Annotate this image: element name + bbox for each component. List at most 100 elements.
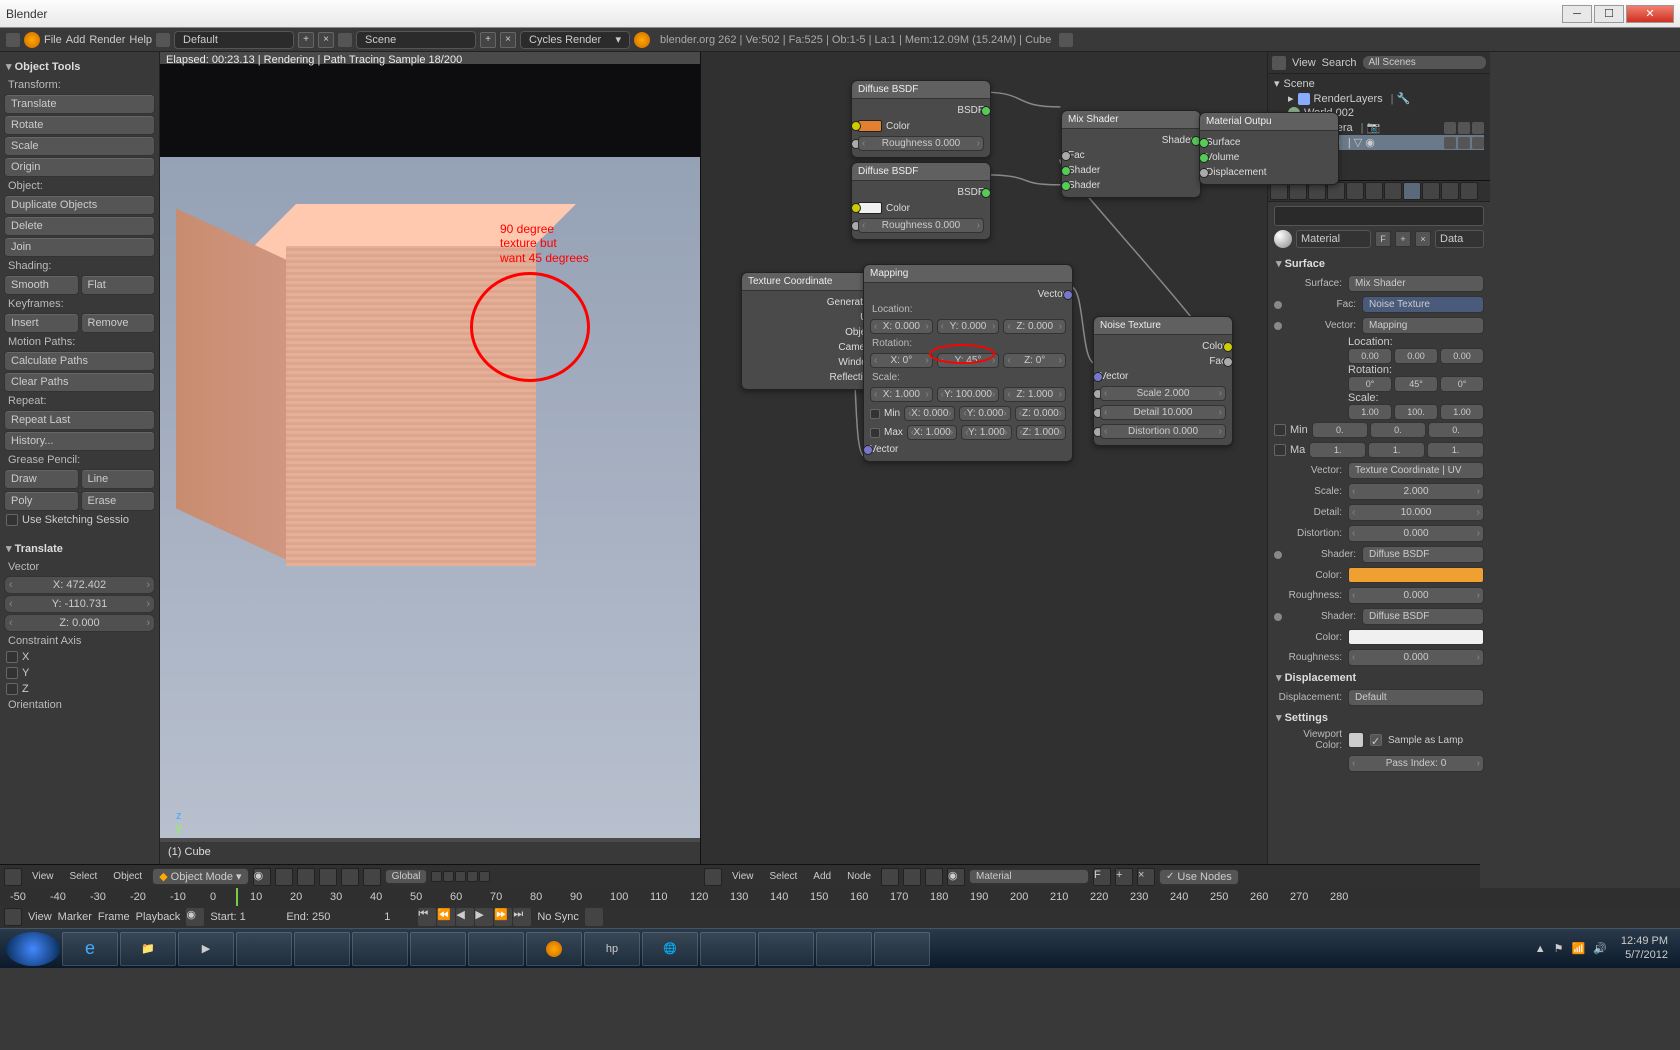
menu-add[interactable]: Add — [66, 34, 86, 46]
pass-index-field[interactable]: Pass Index: 0 — [1348, 755, 1484, 772]
viewport-shading-icon[interactable]: ◉ — [253, 868, 271, 886]
start-frame-field[interactable]: Start: 1 — [210, 911, 280, 923]
prop-min-checkbox[interactable] — [1274, 424, 1286, 436]
constraint-y-checkbox[interactable] — [6, 667, 18, 679]
history-button[interactable]: History... — [4, 431, 155, 451]
scene-add-button[interactable]: + — [480, 32, 496, 48]
grease-erase-button[interactable]: Erase — [81, 491, 156, 511]
remove-keyframe-button[interactable]: Remove — [81, 313, 156, 333]
prop-scale-z[interactable]: 1.00 — [1440, 404, 1484, 420]
constraint-z-checkbox[interactable] — [6, 683, 18, 695]
mode-dropdown[interactable]: ◆Object Mode▾ — [152, 868, 248, 885]
end-frame-field[interactable]: End: 250 — [286, 911, 356, 923]
texcoord-dropdown[interactable]: Texture Coordinate | UV — [1348, 462, 1484, 479]
task-hp[interactable]: hp — [584, 932, 640, 966]
noise-scale-prop[interactable]: 2.000 — [1348, 483, 1484, 500]
mapping-rot-y[interactable]: Y: 45° — [937, 353, 1000, 368]
close-button[interactable]: ✕ — [1626, 5, 1674, 23]
menu-help[interactable]: Help — [129, 34, 152, 46]
prop-loc-y[interactable]: 0.00 — [1394, 348, 1438, 364]
surface-panel-header[interactable]: Surface — [1274, 254, 1484, 273]
mapping-rot-z[interactable]: Z: 0° — [1003, 353, 1066, 368]
timeline-menu-playback[interactable]: Playback — [136, 911, 181, 923]
timeline-ruler[interactable]: -50-40-30-20-100102030405060708090100110… — [0, 888, 1680, 906]
tab-modifiers[interactable] — [1365, 182, 1383, 200]
outliner-editor-icon[interactable] — [1272, 56, 1286, 70]
settings-panel-header[interactable]: Settings — [1274, 708, 1484, 727]
view3d-editor-icon[interactable] — [4, 868, 22, 886]
node-material-field[interactable]: Material — [969, 869, 1089, 884]
maximize-button[interactable]: ☐ — [1594, 5, 1624, 23]
node-mix-shader[interactable]: Mix Shader Shader Fac Shader Shader — [1061, 110, 1201, 198]
noise-detail-prop[interactable]: 10.000 — [1348, 504, 1484, 521]
keyframe-next-icon[interactable]: ⏩ — [494, 908, 512, 926]
sync-dropdown[interactable]: No Sync — [537, 911, 579, 923]
manip-scale-icon[interactable] — [363, 868, 381, 886]
play-reverse-icon[interactable]: ◀ — [456, 908, 474, 926]
translate-section-header[interactable]: Translate — [4, 538, 155, 559]
node-del-button[interactable]: × — [1137, 868, 1155, 886]
displacement-dropdown[interactable]: Default — [1348, 689, 1484, 706]
task-explorer[interactable]: 📁 — [120, 932, 176, 966]
constraint-x-checkbox[interactable] — [6, 651, 18, 663]
mapping-max-checkbox[interactable] — [870, 428, 880, 438]
tray-network-icon[interactable]: 📶 — [1572, 942, 1586, 955]
playhead[interactable] — [236, 888, 238, 906]
scale-button[interactable]: Scale — [4, 136, 155, 156]
timeline[interactable]: -50-40-30-20-100102030405060708090100110… — [0, 888, 1680, 928]
use-nodes-checkbox[interactable]: ✓ Use Nodes — [1159, 869, 1239, 885]
tree-type-shader-icon[interactable] — [881, 868, 899, 886]
tray-volume-icon[interactable]: 🔊 — [1593, 942, 1607, 955]
mapping-scale-x[interactable]: X: 1.000 — [870, 387, 933, 402]
node-diffuse-bsdf-2[interactable]: Diffuse BSDF BSDF Color Roughness 0.000 — [851, 162, 991, 240]
material-del-button[interactable]: × — [1415, 231, 1431, 247]
prop-scale-y[interactable]: 100. — [1394, 404, 1438, 420]
node-texture-coordinate[interactable]: Texture Coordinate Generated UV Object C… — [741, 272, 881, 390]
menu-file[interactable]: File — [44, 34, 62, 46]
tree-type-compositor-icon[interactable] — [903, 868, 921, 886]
duplicate-button[interactable]: Duplicate Objects — [4, 195, 155, 215]
task-blender[interactable] — [526, 932, 582, 966]
object-tools-header[interactable]: Object Tools — [4, 56, 155, 77]
prop-loc-z[interactable]: 0.00 — [1440, 348, 1484, 364]
layout-add-button[interactable]: + — [298, 32, 314, 48]
prop-rot-z[interactable]: 0° — [1440, 376, 1484, 392]
surface-dropdown[interactable]: Mix Shader — [1348, 275, 1484, 292]
node-mapping[interactable]: Mapping Vector Location: X: 0.000Y: 0.00… — [863, 264, 1073, 462]
editor-type-icon[interactable] — [6, 33, 20, 47]
taskbar-clock[interactable]: 12:49 PM 5/7/2012 — [1615, 935, 1674, 961]
shader2-roughness[interactable]: 0.000 — [1348, 649, 1484, 666]
record-icon[interactable] — [585, 908, 603, 926]
layout-dropdown[interactable]: Default — [174, 31, 294, 49]
noise-distortion-field[interactable]: Distortion 0.000 — [1100, 424, 1226, 439]
origin-button[interactable]: Origin — [4, 157, 155, 177]
task-media[interactable]: ▶ — [178, 932, 234, 966]
tab-particles[interactable] — [1441, 182, 1459, 200]
shader1-roughness[interactable]: 0.000 — [1348, 587, 1484, 604]
translate-z-field[interactable]: Z: 0.000 — [4, 614, 155, 632]
task-app6[interactable] — [700, 932, 756, 966]
noise-detail-field[interactable]: Detail 10.000 — [1100, 405, 1226, 420]
fac-dropdown[interactable]: Noise Texture — [1362, 296, 1484, 313]
prop-rot-x[interactable]: 0° — [1348, 376, 1392, 392]
scene-browse-icon[interactable] — [338, 33, 352, 47]
shader2-color-swatch[interactable] — [1348, 629, 1484, 645]
shader1-color-swatch[interactable] — [1348, 567, 1484, 583]
grease-draw-button[interactable]: Draw — [4, 469, 79, 489]
material-browse-icon[interactable]: ◉ — [947, 868, 965, 886]
outliner-search-menu[interactable]: Search — [1322, 57, 1357, 69]
current-frame-field[interactable]: 1 — [362, 911, 412, 923]
node-diffuse-bsdf-1[interactable]: Diffuse BSDF BSDF Color Roughness 0.000 — [851, 80, 991, 158]
node-editor-icon[interactable] — [704, 868, 722, 886]
manip-rotate-icon[interactable] — [341, 868, 359, 886]
task-app7[interactable] — [758, 932, 814, 966]
prop-max-checkbox[interactable] — [1274, 444, 1286, 456]
timeline-menu-view[interactable]: View — [28, 911, 52, 923]
mapping-loc-x[interactable]: X: 0.000 — [870, 319, 933, 334]
auto-keyframe-icon[interactable]: ◉ — [186, 908, 204, 926]
vector-dropdown[interactable]: Mapping — [1362, 317, 1484, 334]
mapping-scale-y[interactable]: Y: 100.000 — [937, 387, 1000, 402]
mapping-loc-y[interactable]: Y: 0.000 — [937, 319, 1000, 334]
orientation-dropdown[interactable]: Global — [385, 869, 428, 884]
render-engine-dropdown[interactable]: Cycles Render▾ — [520, 31, 630, 49]
